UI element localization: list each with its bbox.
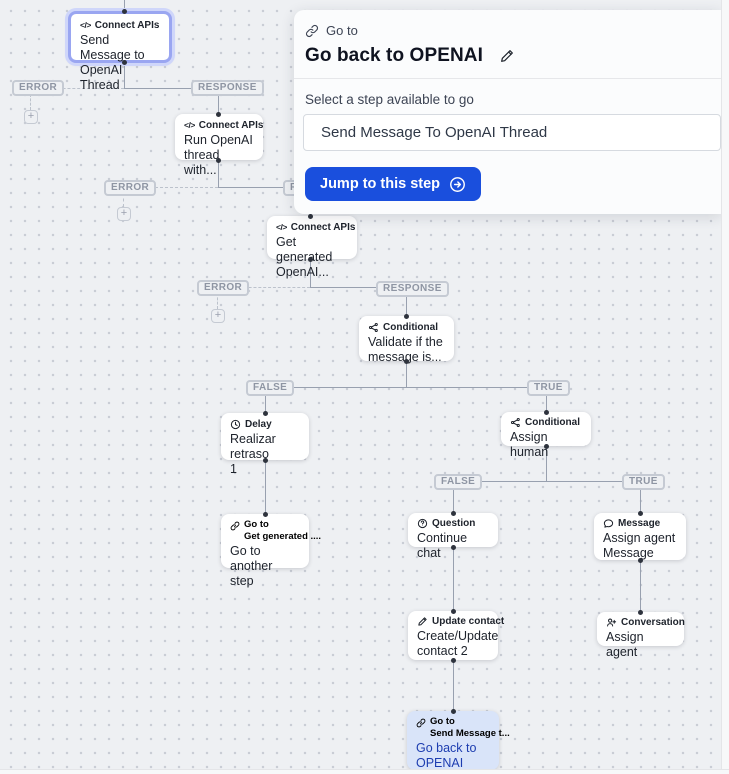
node-assign-agent-conversation[interactable]: Conversation Assign agent <box>597 612 685 659</box>
step-select[interactable]: Send Message To OpenAI Thread <box>303 114 721 151</box>
node-title: Go back to OPENAI <box>416 741 477 770</box>
goto-step-panel: Go to Go back to OPENAI Select a step av… <box>294 10 721 214</box>
node-type-label: Question <box>432 518 476 529</box>
node-goto-another-step[interactable]: Go to Get generated .... Go to another s… <box>221 514 321 588</box>
connector-dot <box>404 359 409 364</box>
node-get-generated-openai[interactable]: </> Connect APIs Get generated OpenAI... <box>267 216 357 279</box>
node-title: Assign agent Message <box>603 531 676 560</box>
node-delay-realizar-retraso[interactable]: Delay Realizar retraso 1 <box>221 413 309 476</box>
node-type-label: Conditional <box>525 417 580 428</box>
connector-line <box>640 560 641 612</box>
node-create-update-contact[interactable]: Update contact Create/Update contact 2 <box>408 611 504 660</box>
conditional-icon <box>368 322 379 333</box>
jump-to-step-button[interactable]: Jump to this step <box>305 167 482 201</box>
connector-dot <box>308 257 313 262</box>
response-badge[interactable]: RESPONSE <box>191 80 264 96</box>
connector-dot <box>122 60 127 65</box>
error-badge[interactable]: ERROR <box>12 80 65 96</box>
code-icon: </> <box>80 20 91 30</box>
connector-line <box>453 660 454 711</box>
connector-dot <box>451 658 456 663</box>
clock-icon <box>230 419 241 430</box>
connector-dot <box>451 545 456 550</box>
connector-dot <box>404 314 409 319</box>
node-type-label: Conversation <box>621 617 685 628</box>
node-send-message-to-openai-thread[interactable]: </> Connect APIs Send Message to OpenAI … <box>68 11 172 92</box>
code-icon: </> <box>276 222 287 232</box>
node-continue-chat-question[interactable]: Question Continue chat <box>408 513 498 560</box>
connector-line <box>218 93 219 114</box>
node-assign-agent-message[interactable]: Message Assign agent Message <box>594 513 686 560</box>
horizontal-scrollbar[interactable] <box>0 769 729 774</box>
error-connector-line <box>30 94 31 110</box>
connector-dot <box>263 458 268 463</box>
connector-line <box>265 387 546 388</box>
true-badge[interactable]: TRUE <box>622 474 665 490</box>
connector-dot <box>544 444 549 449</box>
message-icon <box>603 518 614 529</box>
node-title: Send Message to OpenAI Thread <box>80 33 145 92</box>
node-type-label: Conditional <box>383 322 438 333</box>
true-badge[interactable]: TRUE <box>527 380 570 396</box>
goto-target-label: Send Message t... <box>430 728 510 739</box>
connector-line <box>640 487 641 513</box>
add-step-button[interactable]: + <box>24 110 38 124</box>
connector-dot <box>216 158 221 163</box>
pencil-icon <box>417 616 428 627</box>
person-add-icon <box>606 617 617 628</box>
connector-dot <box>308 214 313 219</box>
vertical-scrollbar[interactable] <box>721 0 729 774</box>
node-go-back-to-openai[interactable]: Go to Send Message t... Go back to OPENA… <box>407 711 510 770</box>
add-step-button[interactable]: + <box>211 309 225 323</box>
connector-dot <box>263 411 268 416</box>
code-icon: </> <box>184 120 195 130</box>
connector-dot <box>451 609 456 614</box>
select-step-label: Select a step available to go <box>305 92 474 107</box>
connector-line <box>453 487 454 513</box>
node-title: Realizar retraso 1 <box>230 432 276 476</box>
node-type-label: Connect APIs <box>94 20 160 31</box>
node-type-label: Go to <box>430 716 455 727</box>
node-type-label: Delay <box>245 419 272 430</box>
panel-title: Go back to OPENAI <box>305 45 484 66</box>
node-title: Create/Update contact 2 <box>417 629 499 658</box>
node-type-label: Connect APIs <box>290 222 356 233</box>
link-icon <box>230 521 240 531</box>
edit-title-button[interactable] <box>499 48 515 64</box>
connector-dot <box>638 610 643 615</box>
node-type-label: Update contact <box>432 616 505 627</box>
connector-dot <box>263 512 268 517</box>
connector-dot <box>122 9 127 14</box>
link-icon <box>305 24 319 38</box>
node-type-label: Go to <box>244 519 269 530</box>
connector-dot <box>638 558 643 563</box>
goto-target-label: Get generated .... <box>244 531 322 542</box>
connector-dot <box>216 112 221 117</box>
node-type-label: Message <box>618 518 661 529</box>
false-badge[interactable]: FALSE <box>246 380 295 396</box>
conditional-icon <box>510 417 521 428</box>
panel-step-type: Go to <box>326 23 358 38</box>
step-select-value: Send Message To OpenAI Thread <box>321 124 548 141</box>
error-badge[interactable]: ERROR <box>104 180 157 196</box>
connector-dot <box>638 511 643 516</box>
node-title: Go to another step <box>230 544 273 588</box>
node-title: Run OpenAI thread with... <box>184 133 253 177</box>
node-title: Assign agent <box>606 630 644 659</box>
connector-line <box>406 295 407 316</box>
node-run-openai-thread[interactable]: </> Connect APIs Run OpenAI thread with.… <box>175 114 264 177</box>
connector-dot <box>451 511 456 516</box>
connector-dot <box>451 709 456 714</box>
node-validate-message-conditional[interactable]: Conditional Validate if the message is..… <box>359 316 454 364</box>
link-icon <box>416 718 426 728</box>
error-badge[interactable]: ERROR <box>197 280 250 296</box>
response-badge[interactable]: RESPONSE <box>376 281 449 297</box>
add-step-button[interactable]: + <box>117 207 131 221</box>
node-type-label: Connect APIs <box>198 120 264 131</box>
connector-dot <box>544 410 549 415</box>
arrow-right-circle-icon <box>449 176 466 193</box>
false-badge[interactable]: FALSE <box>434 474 483 490</box>
question-icon <box>417 518 428 529</box>
node-assign-human-conditional[interactable]: Conditional Assign human <box>501 412 591 459</box>
